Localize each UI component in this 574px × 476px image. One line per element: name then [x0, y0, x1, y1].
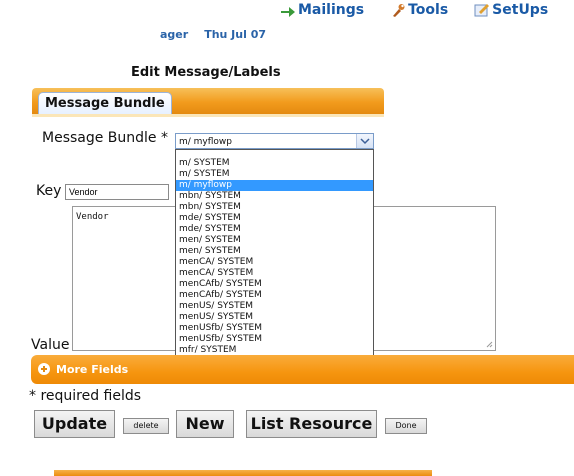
dropdown-option[interactable]: mde/ SYSTEM [176, 213, 373, 224]
done-button[interactable]: Done [385, 418, 427, 434]
dropdown-option[interactable]: menCAfb/ SYSTEM [176, 290, 373, 301]
message-bundle-label: Message Bundle * [42, 130, 168, 146]
update-button[interactable]: Update [34, 410, 115, 438]
message-bundle-select[interactable]: m/ myflowp [175, 133, 374, 149]
dropdown-option[interactable]: m/ SYSTEM [176, 158, 373, 169]
setups-link[interactable]: SetUps [474, 2, 548, 18]
delete-button[interactable]: delete [123, 418, 169, 434]
mailings-link[interactable]: Mailings [280, 2, 364, 18]
setups-icon [474, 3, 490, 17]
dropdown-option[interactable]: men/ SYSTEM [176, 246, 373, 257]
dropdown-option[interactable]: menCA/ SYSTEM [176, 257, 373, 268]
list-resource-button[interactable]: List Resource [246, 410, 377, 438]
expand-plus-icon[interactable] [38, 363, 50, 375]
dropdown-option[interactable]: menUSfb/ SYSTEM [176, 334, 373, 345]
more-fields-bar[interactable]: More Fields [31, 355, 574, 384]
section-divider [32, 114, 384, 117]
footer-bar [54, 470, 432, 476]
tools-label: Tools [408, 2, 449, 18]
user-role: ager [160, 28, 189, 41]
dropdown-option[interactable]: menUS/ SYSTEM [176, 301, 373, 312]
mailings-label: Mailings [298, 2, 365, 18]
new-button[interactable]: New [176, 410, 234, 438]
dropdown-option[interactable]: menUSfb/ SYSTEM [176, 323, 373, 334]
key-label: Key [36, 183, 62, 199]
more-fields-label: More Fields [56, 363, 129, 376]
dropdown-option[interactable]: mbn/ SYSTEM [176, 202, 373, 213]
value-text: Vendor [76, 212, 109, 222]
required-fields-note: * required fields [29, 388, 142, 404]
wrench-icon [390, 3, 406, 17]
dropdown-option[interactable]: menCA/ SYSTEM [176, 268, 373, 279]
dropdown-option[interactable]: menUS/ SYSTEM [176, 312, 373, 323]
setups-label: SetUps [492, 2, 549, 18]
dropdown-option[interactable]: m/ SYSTEM [176, 169, 373, 180]
chevron-down-icon[interactable] [356, 134, 373, 148]
message-bundle-selected-value: m/ myflowp [179, 137, 233, 147]
mailings-icon [280, 3, 296, 17]
user-info-line: ager Thu Jul 07 [160, 28, 266, 41]
dropdown-option[interactable]: men/ SYSTEM [176, 235, 373, 246]
dropdown-option[interactable]: mbn/ SYSTEM [176, 191, 373, 202]
key-input[interactable] [65, 184, 169, 200]
dropdown-option[interactable]: menCAfb/ SYSTEM [176, 279, 373, 290]
tools-link[interactable]: Tools [390, 2, 448, 18]
message-bundle-dropdown-list[interactable]: m/ SYSTEM m/ SYSTEM m/ myflowp mbn/ SYSTEM m… [175, 149, 374, 368]
page-title: Edit Message/Labels [131, 65, 281, 80]
current-date: Thu Jul 07 [204, 28, 267, 41]
value-label: Value [31, 337, 70, 353]
dropdown-option[interactable]: mde/ SYSTEM [176, 224, 373, 235]
dropdown-option[interactable]: m/ myflowp [176, 180, 373, 191]
top-nav: Mailings Tools SetUps [280, 2, 548, 18]
tab-message-bundle[interactable]: Message Bundle [38, 92, 172, 115]
resize-grip-icon[interactable] [485, 340, 493, 348]
